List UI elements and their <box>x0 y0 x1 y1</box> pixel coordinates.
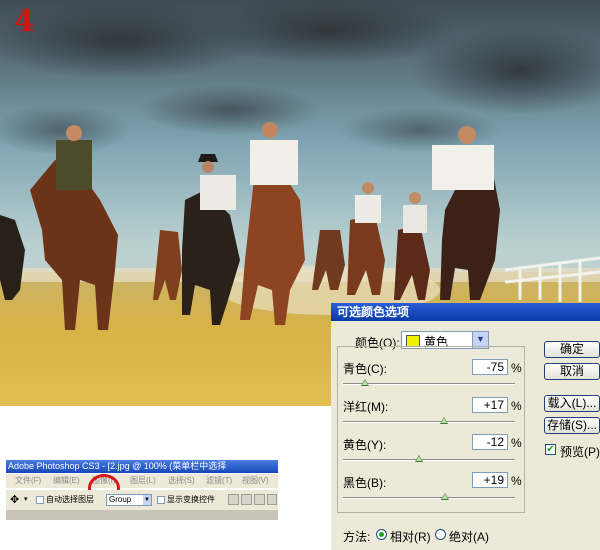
group-dropdown-value: Group <box>109 495 132 504</box>
yellow-slider-thumb[interactable] <box>414 455 423 462</box>
photoshop-options-bar: ✥ ▾ 自动选择图层 Group ▼ 显示变换控件 <box>6 490 278 510</box>
yellow-label: 黄色(Y): <box>343 438 387 452</box>
load-button[interactable]: 载入(L)... <box>544 395 600 412</box>
yellow-percent-sign: % <box>511 436 522 450</box>
menu-layer[interactable]: 图层(L) <box>130 474 156 488</box>
show-transform-label: 显示变换控件 <box>167 495 215 504</box>
menu-select[interactable]: 选择(S) <box>168 474 195 488</box>
black-percent-sign: % <box>511 474 522 488</box>
photoshop-window-snippet: Adobe Photoshop CS3 - [2.jpg @ 100% (菜单栏… <box>6 460 278 520</box>
ok-button[interactable]: 确定 <box>544 341 600 358</box>
preview-checkbox[interactable]: ✔ <box>545 444 556 455</box>
align-middle-icon[interactable] <box>241 494 252 505</box>
absolute-radio[interactable] <box>435 529 446 540</box>
save-button[interactable]: 存储(S)... <box>544 417 600 434</box>
chevron-down-icon[interactable]: ▾ <box>24 490 28 510</box>
cyan-slider-thumb[interactable] <box>360 379 369 386</box>
magenta-percent-sign: % <box>511 399 522 413</box>
cyan-percent-sign: % <box>511 361 522 375</box>
align-bottom-icon[interactable] <box>254 494 265 505</box>
preview-label: 预览(P) <box>560 445 600 459</box>
cyan-slider-track[interactable] <box>343 383 515 385</box>
black-label: 黑色(B): <box>343 476 387 490</box>
black-slider-thumb[interactable] <box>441 493 450 500</box>
magenta-slider-track[interactable] <box>343 421 515 423</box>
absolute-label: 绝对(A) <box>449 530 489 544</box>
show-transform-checkbox[interactable] <box>157 496 165 504</box>
cyan-value-field[interactable]: -75 <box>472 359 508 375</box>
align-left-icon[interactable] <box>267 494 277 505</box>
relative-radio[interactable] <box>376 529 387 540</box>
cancel-button[interactable]: 取消 <box>544 363 600 380</box>
menu-view[interactable]: 视图(V) <box>242 474 269 488</box>
dialog-title[interactable]: 可选颜色选项 <box>331 303 600 321</box>
method-label: 方法: <box>343 530 371 544</box>
auto-select-checkbox[interactable] <box>36 496 44 504</box>
chevron-down-icon[interactable]: ▼ <box>143 495 151 505</box>
align-top-icon[interactable] <box>228 494 239 505</box>
move-tool-icon[interactable]: ✥ <box>10 490 19 510</box>
menu-file[interactable]: 文件(F) <box>15 474 41 488</box>
photoshop-title-bar: Adobe Photoshop CS3 - [2.jpg @ 100% (菜单栏… <box>6 460 278 473</box>
magenta-label: 洋红(M): <box>343 400 389 414</box>
cyan-label: 青色(C): <box>343 362 387 376</box>
photoshop-canvas-edge <box>6 510 278 520</box>
black-value-field[interactable]: +19 <box>472 472 508 488</box>
magenta-slider-thumb[interactable] <box>439 417 448 424</box>
black-slider-track[interactable] <box>343 497 515 499</box>
yellow-value-field[interactable]: -12 <box>472 434 508 450</box>
selective-color-dialog: 可选颜色选项 颜色(O): 黄色 ▼ 青色(C): -75 % 洋红(M): +… <box>331 303 600 550</box>
photoshop-menu-bar: 文件(F) 编辑(E) 图像(I) 图层(L) 选择(S) 滤镜(T) 视图(V… <box>6 474 278 502</box>
auto-select-label: 自动选择图层 <box>46 495 94 504</box>
menu-filter[interactable]: 滤镜(T) <box>206 474 232 488</box>
yellow-slider-track[interactable] <box>343 459 515 461</box>
group-dropdown[interactable]: Group ▼ <box>106 494 152 506</box>
relative-label: 相对(R) <box>390 530 431 544</box>
step-number: 4 <box>14 4 35 39</box>
magenta-value-field[interactable]: +17 <box>472 397 508 413</box>
menu-edit[interactable]: 编辑(E) <box>53 474 80 488</box>
